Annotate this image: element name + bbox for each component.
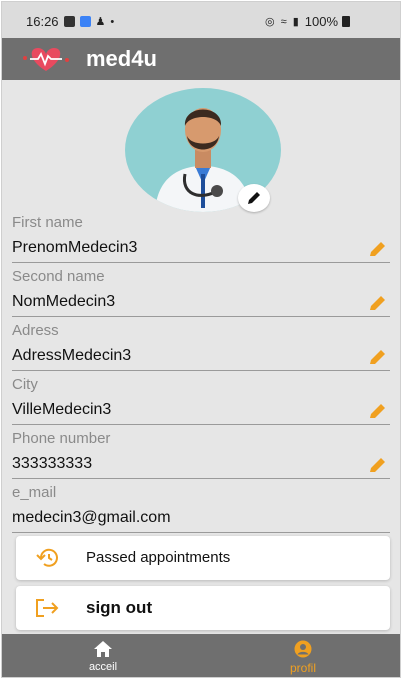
passed-appointments-label: Passed appointments [86, 549, 231, 566]
phone-label: Phone number [12, 430, 111, 447]
address-field: Adress AdressMedecin3 [2, 322, 400, 376]
passed-appointments-button[interactable]: Passed appointments [16, 536, 390, 580]
city-value: VilleMedecin3 [12, 401, 112, 418]
pencil-icon [248, 192, 260, 204]
divider [12, 316, 390, 317]
email-value: medecin3@gmail.com [12, 509, 171, 526]
bottom-navigation: acceil profil [2, 634, 400, 677]
nav-home-label: acceil [88, 661, 118, 673]
sign-out-label: sign out [86, 598, 153, 617]
hotspot-icon: ◎ [265, 15, 275, 28]
battery-icon [342, 16, 350, 27]
second-name-label: Second name [12, 268, 105, 285]
battery-percent: 100% [304, 14, 338, 29]
edit-address-pencil-icon[interactable] [368, 348, 388, 366]
person-notification-icon: ♟ [95, 15, 106, 28]
first-name-label: First name [12, 214, 83, 231]
wifi-icon: ≈ [280, 15, 287, 28]
app-bar: med4u [2, 38, 400, 80]
second-name-field: Second name NomMedecin3 [2, 268, 400, 322]
second-name-value: NomMedecin3 [12, 293, 116, 310]
first-name-value: PrenomMedecin3 [12, 239, 138, 256]
divider [12, 262, 390, 263]
address-value: AdressMedecin3 [12, 347, 132, 364]
heart-pulse-logo-icon [23, 48, 69, 71]
edit-second-name-pencil-icon[interactable] [368, 294, 388, 312]
city-label: City [12, 376, 38, 393]
nav-profile-label: profil [289, 661, 316, 675]
divider [12, 532, 390, 533]
app-notification-icon [79, 16, 91, 27]
divider [12, 424, 390, 425]
phone-field: Phone number 333333333 [2, 430, 400, 484]
image-notification-icon [63, 16, 75, 27]
divider [12, 478, 390, 479]
nav-home[interactable]: acceil [63, 640, 143, 673]
dot-notification-icon: • [110, 15, 115, 28]
email-field: e_mail medecin3@gmail.com [2, 484, 400, 538]
email-label: e_mail [12, 484, 57, 501]
edit-phone-pencil-icon[interactable] [368, 456, 388, 474]
status-bar: 16:26 ♟ • ◎ ≈ ▮ 100% [2, 2, 400, 38]
logout-icon [36, 599, 59, 617]
home-icon [94, 641, 112, 657]
app-frame: 16:26 ♟ • ◎ ≈ ▮ 100% med4u First name Pr… [1, 1, 401, 678]
edit-first-name-pencil-icon[interactable] [368, 240, 388, 258]
app-title: med4u [86, 46, 157, 71]
edit-photo-button[interactable] [238, 184, 270, 212]
status-time: 16:26 [26, 14, 59, 29]
first-name-field: First name PrenomMedecin3 [2, 214, 400, 268]
city-field: City VilleMedecin3 [2, 376, 400, 430]
address-label: Adress [12, 322, 59, 339]
sign-out-button[interactable]: sign out [16, 586, 390, 630]
phone-value: 333333333 [12, 455, 93, 472]
signal-icon: ▮ [292, 15, 299, 28]
divider [12, 370, 390, 371]
history-icon [36, 548, 58, 567]
edit-city-pencil-icon[interactable] [368, 402, 388, 420]
nav-profile[interactable]: profil [263, 640, 343, 675]
profile-icon [294, 640, 312, 658]
